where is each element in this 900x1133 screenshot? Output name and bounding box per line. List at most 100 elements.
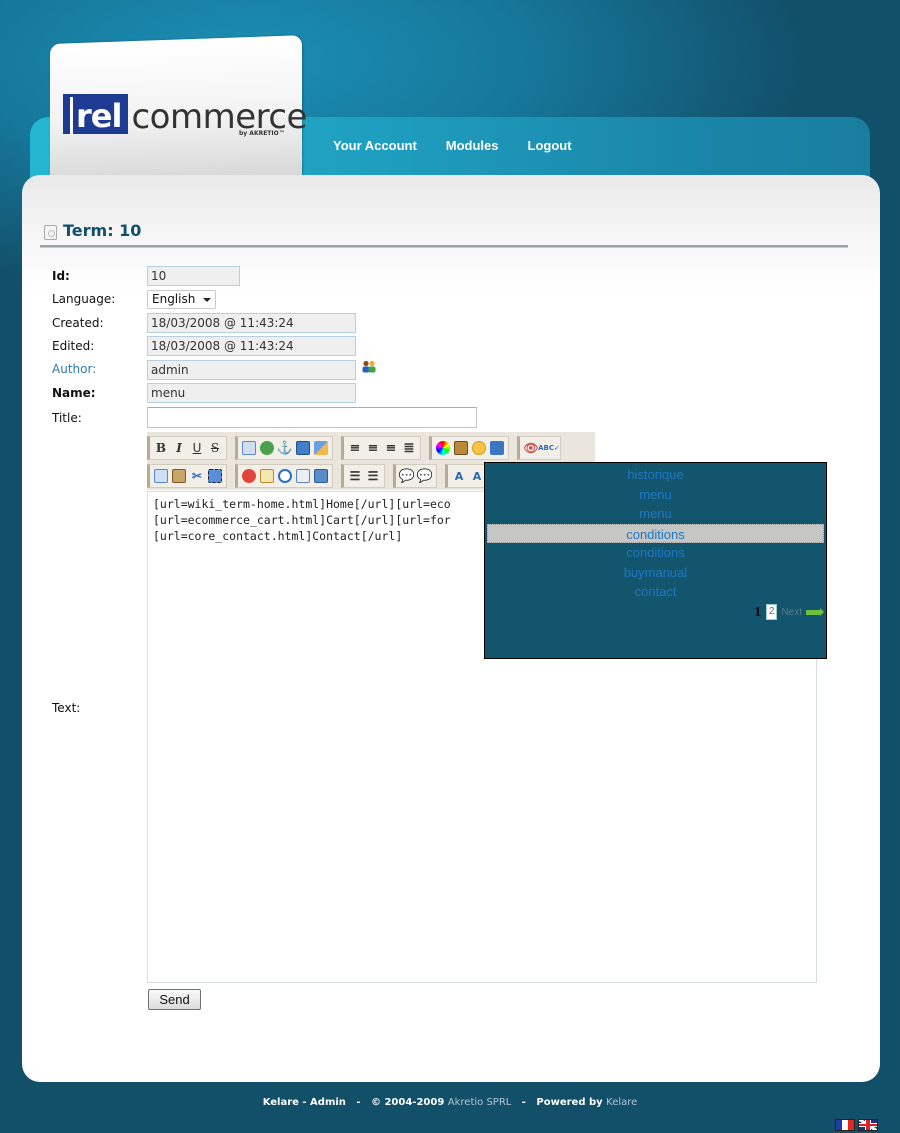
bullet-list-button[interactable]: ☰: [347, 468, 363, 484]
document-icon: [44, 225, 57, 240]
users-icon[interactable]: [361, 360, 377, 373]
eye-icon: 👁: [523, 441, 539, 455]
title-divider: [40, 245, 848, 248]
menu-logout[interactable]: Logout: [528, 138, 572, 153]
footer-app-name: Kelare - Admin: [262, 1097, 346, 1108]
smiley-icon: [472, 441, 486, 455]
image-icon: [296, 441, 310, 455]
logo[interactable]: rel commerce by AKRETIO™: [63, 94, 307, 137]
logo-rel-mark: rel: [63, 94, 129, 135]
id-field: 10: [147, 266, 240, 286]
justify-button[interactable]: ≣: [401, 440, 417, 456]
page-title: Term: 10: [44, 221, 141, 240]
logo-byline: by AKRETIO™: [239, 130, 285, 137]
translate-alt-icon: A: [472, 469, 482, 483]
gallery-icon: [454, 441, 468, 455]
anchor-button[interactable]: ⚓: [277, 440, 293, 456]
scissors-icon: ✂: [191, 469, 203, 483]
settings-button[interactable]: [313, 468, 329, 484]
calendar-icon: [296, 469, 310, 483]
term-item[interactable]: historique: [487, 465, 824, 485]
smiley-button[interactable]: [471, 440, 487, 456]
paste-button[interactable]: [171, 468, 187, 484]
page-title-text: Term: 10: [63, 221, 142, 240]
numbered-list-button[interactable]: ☰: [365, 468, 381, 484]
underline-button[interactable]: U: [189, 440, 205, 456]
tree-add-icon: [490, 441, 504, 455]
image-gallery-button[interactable]: [313, 440, 329, 456]
remove-button[interactable]: [241, 468, 257, 484]
preview-button[interactable]: 👁: [523, 440, 539, 456]
image-button[interactable]: [295, 440, 311, 456]
footer-company-link[interactable]: Akretio SPRL: [448, 1097, 512, 1108]
term-item[interactable]: conditions: [487, 543, 824, 563]
align-center-button[interactable]: ≡: [365, 440, 381, 456]
time-button[interactable]: [277, 468, 293, 484]
anchor-icon: ⚓: [276, 440, 294, 456]
color-picker-button[interactable]: [435, 440, 451, 456]
cut-button[interactable]: ✂: [189, 468, 205, 484]
bold-button[interactable]: B: [153, 440, 169, 456]
term-item[interactable]: menu: [487, 504, 824, 524]
align-right-button[interactable]: ≡: [383, 440, 399, 456]
title-input[interactable]: [147, 407, 477, 428]
term-item-selected[interactable]: conditions: [487, 523, 824, 543]
gallery-button[interactable]: [453, 440, 469, 456]
footer-separator: -: [521, 1097, 526, 1108]
send-button[interactable]: Send: [148, 989, 201, 1010]
uk-flag-icon[interactable]: [858, 1119, 878, 1131]
author-label-link[interactable]: Author:: [52, 362, 96, 376]
language-select[interactable]: English: [147, 290, 216, 309]
logo-prefix: rel: [70, 97, 122, 135]
select-all-button[interactable]: [207, 468, 223, 484]
toolbar-group-insert: ⚓: [235, 436, 333, 460]
page-1-link[interactable]: 1: [754, 605, 762, 619]
justify-icon: ≣: [403, 440, 415, 456]
toolbar-group-format: B I U S: [147, 436, 227, 460]
spellcheck-button[interactable]: ABC✓: [538, 440, 560, 456]
name-label: Name:: [52, 386, 96, 400]
toolbar-group-translate: A A: [445, 464, 489, 488]
add-comment-button[interactable]: 💬: [399, 468, 415, 484]
term-item[interactable]: contact: [487, 582, 824, 602]
alarm-clock-icon: [278, 469, 292, 483]
next-page-link[interactable]: Next: [781, 607, 802, 618]
term-item[interactable]: buymanual: [487, 563, 824, 583]
select-all-icon: [208, 469, 222, 483]
numbered-list-icon: ☰: [367, 469, 379, 483]
strikethrough-button[interactable]: S: [207, 440, 223, 456]
arrow-right-icon[interactable]: [806, 607, 824, 616]
remove-comment-button[interactable]: 💬: [417, 468, 433, 484]
copy-icon: [154, 469, 168, 483]
term-item[interactable]: menu: [487, 485, 824, 505]
add-item-button[interactable]: [489, 440, 505, 456]
translate-alt-button[interactable]: A: [469, 468, 485, 484]
language-label: Language:: [52, 292, 116, 306]
web-link-button[interactable]: [259, 440, 275, 456]
menu-your-account[interactable]: Your Account: [333, 138, 417, 153]
id-label: Id:: [52, 269, 70, 283]
translate-button[interactable]: A: [451, 468, 467, 484]
toolbar-group-clipboard: ✂: [147, 464, 227, 488]
page-2-link[interactable]: 2: [765, 604, 778, 620]
created-field: 18/03/2008 @ 11:43:24: [147, 313, 356, 333]
toolbar-group-misc: [429, 436, 509, 460]
date-button[interactable]: [259, 468, 275, 484]
calendar-button[interactable]: [295, 468, 311, 484]
stop-icon: [242, 469, 256, 483]
envelope-icon: [242, 441, 256, 455]
toolbar-group-lists: ☰ ☰: [341, 464, 385, 488]
copy-button[interactable]: [153, 468, 169, 484]
main-menu: Your Account Modules Logout: [333, 138, 572, 153]
globe-icon: [260, 441, 274, 455]
align-left-button[interactable]: ≡: [347, 440, 363, 456]
french-flag-icon[interactable]: [835, 1119, 855, 1131]
italic-button[interactable]: I: [171, 440, 187, 456]
spellcheck-icon: ABC✓: [538, 444, 560, 452]
text-label: Text:: [52, 701, 81, 715]
menu-modules[interactable]: Modules: [446, 138, 499, 153]
paste-icon: [172, 469, 186, 483]
email-link-button[interactable]: [241, 440, 257, 456]
footer-kelare-link[interactable]: Kelare: [606, 1097, 637, 1108]
color-wheel-icon: [436, 441, 450, 455]
